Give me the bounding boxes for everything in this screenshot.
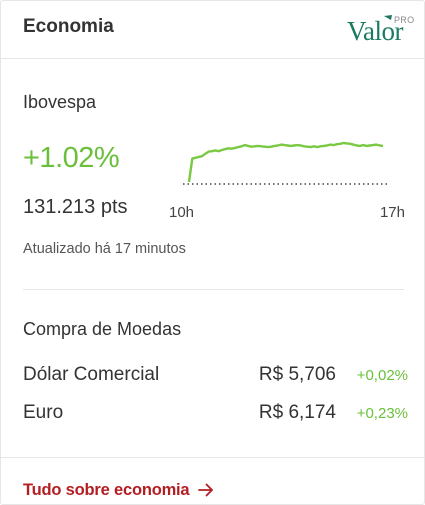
economia-widget: Economia Valor PRO Ibovespa +1.02% 131.2…: [0, 0, 425, 505]
arrow-right-icon: [198, 483, 214, 497]
currency-name: Dólar Comercial: [23, 364, 160, 385]
currency-row-euro[interactable]: Euro R$ 6,174 +0,23%: [23, 402, 408, 426]
x-tick-label: 10h: [169, 204, 194, 221]
all-economy-link-label: Tudo sobre economia: [23, 480, 190, 499]
widget-header: Economia Valor PRO: [1, 1, 424, 59]
currency-value: R$ 6,174: [258, 402, 336, 423]
x-tick-label: 17h: [380, 204, 405, 221]
all-economy-link[interactable]: Tudo sobre economia: [23, 479, 214, 501]
section-divider: [23, 289, 404, 290]
ibovespa-points: 131.213 pts: [23, 196, 128, 218]
series-line: [187, 141, 384, 183]
currency-row-dolar[interactable]: Dólar Comercial R$ 5,706 +0,02%: [23, 364, 408, 388]
moedas-title: Compra de Moedas: [23, 319, 182, 339]
logo-badge: PRO: [394, 15, 415, 25]
footer-divider: [1, 457, 424, 458]
valor-pro-logo[interactable]: Valor PRO: [347, 13, 414, 46]
currency-value: R$ 5,706: [258, 364, 336, 385]
ibovespa-title[interactable]: Ibovespa: [23, 92, 96, 113]
currency-change: +0,02%: [356, 367, 408, 384]
widget-title: Economia: [23, 16, 114, 37]
currency-change: +0,23%: [356, 405, 408, 422]
ibovespa-sparkline: 10h 17h: [169, 141, 405, 221]
updated-timestamp: Atualizado há 17 minutos: [23, 241, 186, 257]
ibovespa-change: +1.02%: [23, 142, 120, 174]
currency-name: Euro: [23, 402, 64, 423]
